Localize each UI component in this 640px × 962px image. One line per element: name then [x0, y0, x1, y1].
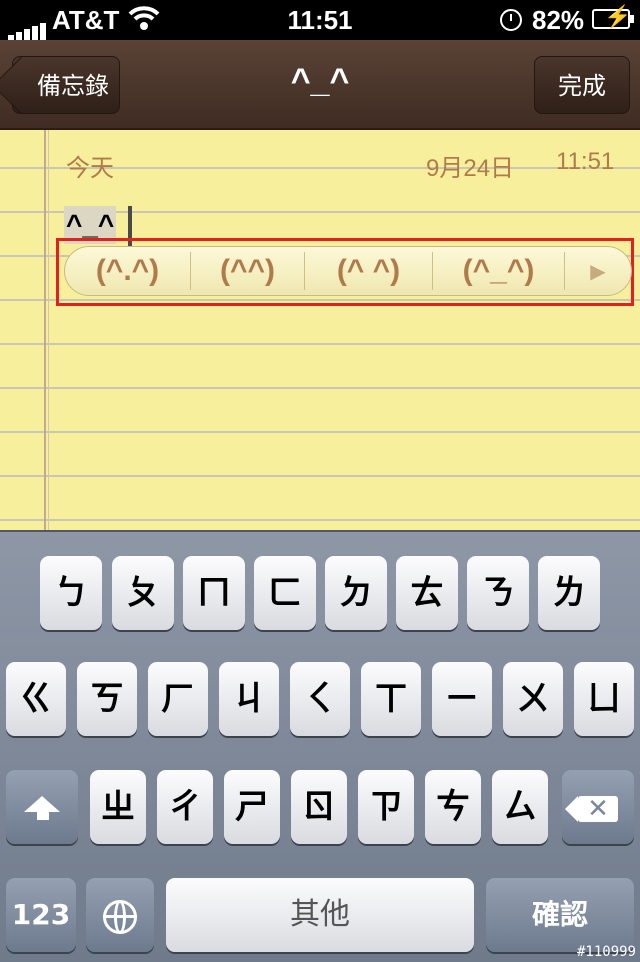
key-bopomofo[interactable]: ㄏ — [148, 662, 208, 736]
keyboard: ㄅ ㄆ ㄇ ㄈ ㄉ ㄊ ㄋ ㄌ ㄍ ㄎ ㄏ ㄐ ㄑ ㄒ ㄧ ㄨ ㄩ ㄓ ㄔ ㄕ … — [0, 530, 640, 962]
key-bopomofo[interactable]: ㄊ — [396, 556, 458, 630]
key-bopomofo[interactable]: ㄔ — [157, 770, 213, 844]
key-bopomofo[interactable]: ㄈ — [254, 556, 316, 630]
note-date: 9月24日 — [426, 155, 515, 182]
backspace-icon: ✕ — [565, 794, 618, 824]
navigation-bar: 備忘錄 ^_^ 完成 — [0, 40, 640, 130]
key-bopomofo[interactable]: ㄘ — [425, 770, 481, 844]
alarm-clock-icon — [500, 9, 522, 31]
confirm-key[interactable]: 確認 — [486, 878, 634, 952]
space-key[interactable]: 其他 — [166, 878, 474, 952]
note-date-label: 今天 — [66, 154, 114, 182]
key-bopomofo[interactable]: ㄨ — [503, 662, 563, 736]
shift-key[interactable] — [6, 770, 78, 844]
key-bopomofo[interactable]: ㄙ — [492, 770, 548, 844]
more-candidates-arrow-icon[interactable]: ▶ — [565, 259, 631, 283]
key-bopomofo[interactable]: ㄋ — [467, 556, 529, 630]
candidate-item[interactable]: (^_^) — [433, 252, 565, 290]
key-bopomofo[interactable]: ㄆ — [112, 556, 174, 630]
candidate-item[interactable]: (^ ^) — [305, 252, 433, 290]
key-bopomofo[interactable]: ㄩ — [574, 662, 634, 736]
status-bar: AT&T 11:51 82% ⚡ — [0, 0, 640, 41]
key-bopomofo[interactable]: ㄍ — [6, 662, 66, 736]
key-bopomofo[interactable]: ㄅ — [40, 556, 102, 630]
note-editor[interactable]: 今天 9月24日 11:51 ^_^ (^.^) (^^) (^ ^) (^_^… — [0, 130, 640, 530]
key-bopomofo[interactable]: ㄌ — [538, 556, 600, 630]
key-bopomofo[interactable]: ㄕ — [224, 770, 280, 844]
done-button[interactable]: 完成 — [534, 56, 630, 114]
key-bopomofo[interactable]: ㄧ — [432, 662, 492, 736]
note-time: 11:51 — [556, 148, 615, 175]
candidate-item[interactable]: (^.^) — [65, 252, 191, 290]
margin-line — [44, 130, 46, 530]
candidate-bar: (^.^) (^^) (^ ^) (^_^) ▶ — [64, 246, 632, 296]
numbers-key[interactable]: 123 — [6, 878, 76, 952]
battery-icon: ⚡ — [592, 4, 634, 29]
key-bopomofo[interactable]: ㄐ — [219, 662, 279, 736]
candidate-item[interactable]: (^^) — [191, 252, 305, 290]
battery-percentage: 82% — [532, 5, 585, 35]
delete-key[interactable]: ✕ — [562, 770, 634, 844]
key-bopomofo[interactable]: ㄇ — [183, 556, 245, 630]
watermark-text: #110999 — [576, 944, 636, 960]
key-bopomofo[interactable]: ㄓ — [90, 770, 146, 844]
margin-line-secondary — [48, 130, 49, 530]
key-bopomofo[interactable]: ㄖ — [291, 770, 347, 844]
key-bopomofo[interactable]: ㄉ — [325, 556, 387, 630]
key-bopomofo[interactable]: ㄑ — [290, 662, 350, 736]
globe-icon — [103, 899, 137, 934]
key-bopomofo[interactable]: ㄗ — [358, 770, 414, 844]
key-bopomofo[interactable]: ㄎ — [77, 662, 137, 736]
key-bopomofo[interactable]: ㄒ — [361, 662, 421, 736]
globe-key[interactable] — [86, 878, 154, 952]
